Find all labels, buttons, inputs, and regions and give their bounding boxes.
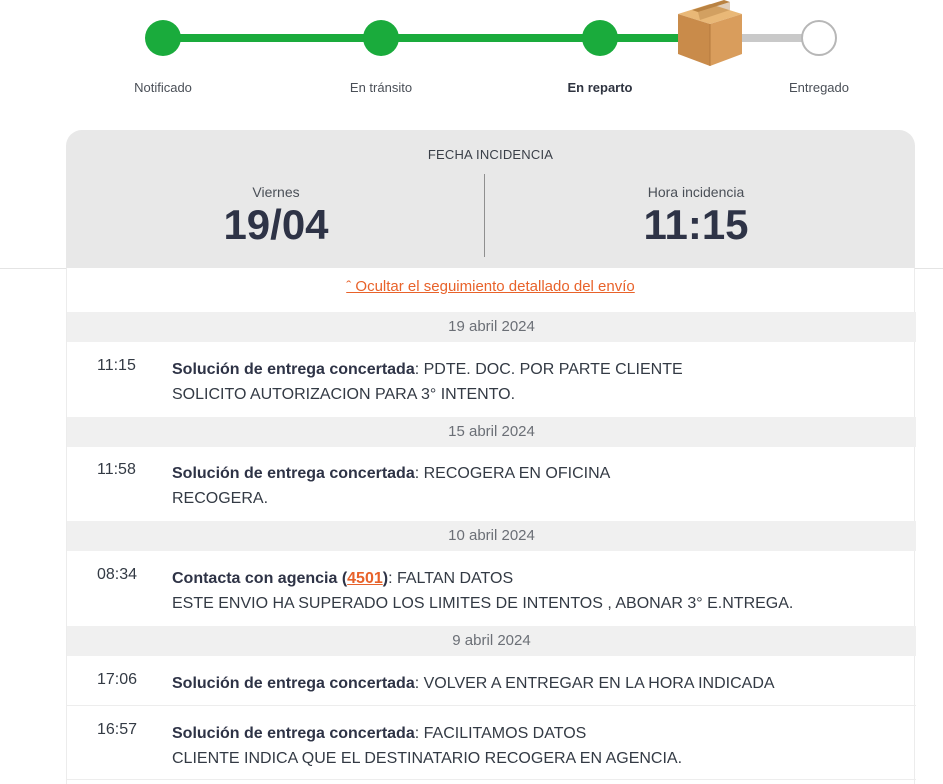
event-detail: ESTE ENVIO HA SUPERADO LOS LIMITES DE IN… [172,595,794,612]
event-description: Solución de entrega concertada: FACILITA… [172,721,892,771]
row-divider [67,705,916,706]
step-dot-entregado [801,20,837,56]
event-status: : FALTAN DATOS [388,570,514,587]
shipment-progress-tracker: Notificado En tránsito En reparto Entreg… [0,0,943,110]
date-header: 19 abril 2024 [67,312,916,342]
step-label-en-transito: En tránsito [349,80,413,95]
incident-title: FECHA INCIDENCIA [427,147,554,162]
step-label-entregado: Entregado [789,80,849,95]
incident-time-column: Hora incidencia 11:15 [486,184,906,248]
event-status: : PDTE. DOC. POR PARTE CLIENTE [414,361,683,378]
event-description: Solución de entrega concertada: PDTE. DO… [172,357,892,407]
package-box-icon [678,0,742,66]
incident-time: 11:15 [643,201,749,248]
incident-time-label: Hora incidencia [647,184,745,200]
event-description: Solución de entrega concertada: RECOGERA… [172,461,892,511]
step-label-notificado: Notificado [134,80,192,95]
incident-day-name: Viernes [252,184,300,200]
event-detail: RECOGERA. [172,490,269,507]
progress-segment-1 [180,34,364,42]
step-dot-notificado [145,20,181,56]
event-description: Solución de entrega concertada: VOLVER A… [172,671,892,696]
event-title: Contacta con agencia (4501) [172,570,389,587]
event-description: Contacta con agencia (4501): FALTAN DATO… [172,566,892,616]
event-detail: SOLICITO AUTORIZACION PARA 3° INTENTO. [172,386,516,403]
event-title: Solución de entrega concertada [172,725,415,742]
row-divider [67,779,916,780]
date-header: 9 abril 2024 [67,626,916,656]
incident-date-column: Viernes 19/04 [66,184,486,248]
tracking-detail-panel: ˆ Ocultar el seguimiento detallado del e… [66,268,916,784]
incident-date: 19/04 [223,201,329,248]
step-label-en-reparto: En reparto [567,80,633,95]
agency-link[interactable]: 4501 [347,570,383,587]
event-status: : RECOGERA EN OFICINA [414,465,611,482]
step-dot-en-transito [363,20,399,56]
progress-segment-2 [398,34,583,42]
event-title: Solución de entrega concertada [172,361,415,378]
event-status: : VOLVER A ENTREGAR EN LA HORA INDICADA [414,675,775,692]
event-title: Solución de entrega concertada [172,675,415,692]
event-time: 16:57 [97,721,138,738]
event-time: 11:58 [97,461,136,478]
date-header: 15 abril 2024 [67,417,916,447]
event-detail: CLIENTE INDICA QUE EL DESTINATARIO RECOG… [172,750,683,767]
step-dot-en-reparto [582,20,618,56]
event-time: 17:06 [97,671,138,688]
event-time: 11:15 [97,357,136,374]
progress-segment-4 [740,34,806,42]
incident-header-card: FECHA INCIDENCIA Viernes 19/04 Hora inci… [66,130,915,268]
event-title: Solución de entrega concertada [172,465,415,482]
event-status: : FACILITAMOS DATOS [414,725,587,742]
date-header: 10 abril 2024 [67,521,916,551]
hide-tracking-link[interactable]: ˆ Ocultar el seguimiento detallado del e… [67,278,914,295]
event-time: 08:34 [97,566,138,583]
column-divider [484,174,485,257]
